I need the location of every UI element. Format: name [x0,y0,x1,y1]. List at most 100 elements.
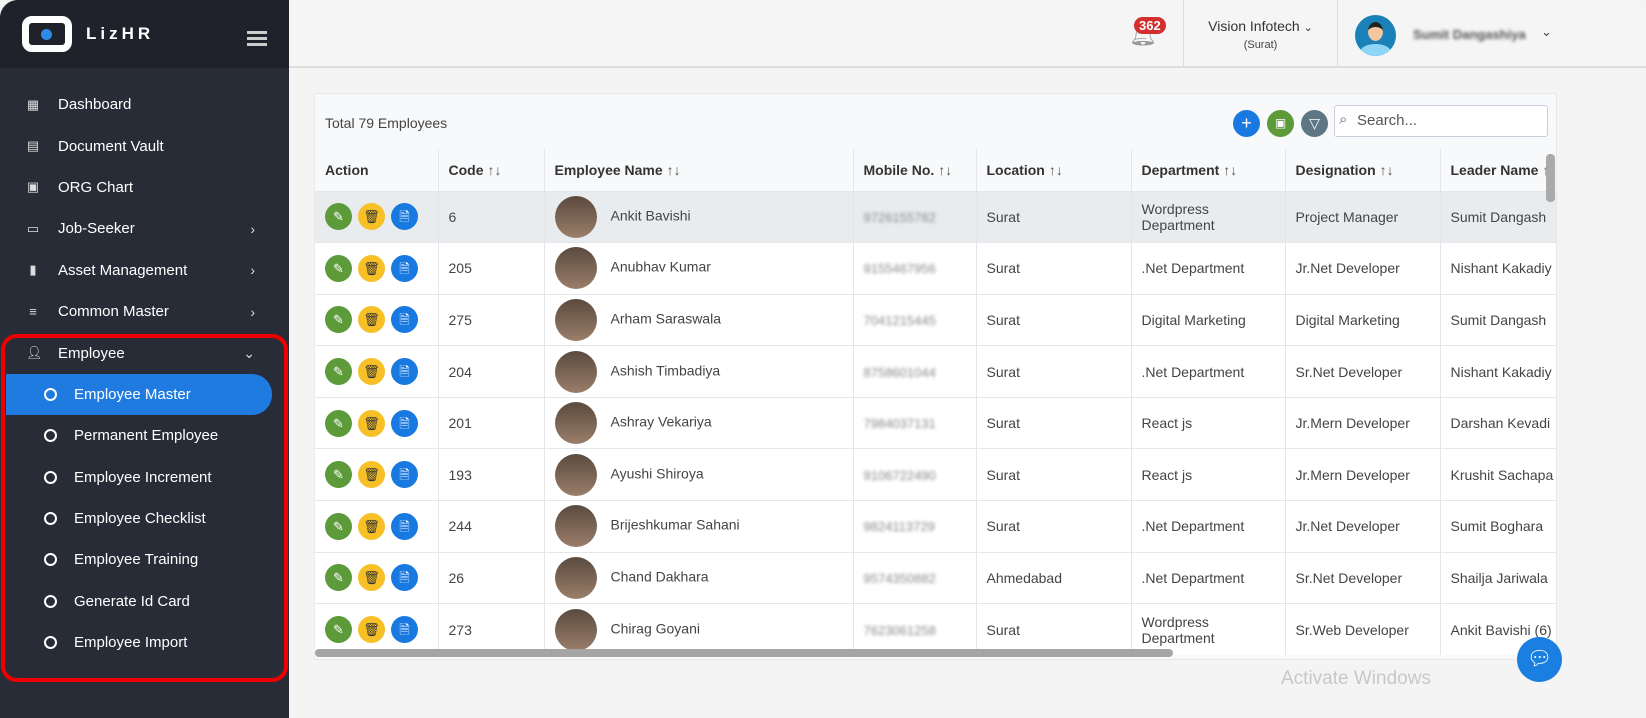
edit-button[interactable]: ✎ [325,564,352,592]
employee-table: Action Code ↑↓ Employee Name ↑↓ Mobile No. ↑↓ L… [315,149,1556,656]
sort-icon[interactable]: ↑↓ [1223,162,1237,178]
filter-button[interactable]: ▽ [1301,110,1328,137]
column-header[interactable]: Department ↑↓ [1131,149,1286,191]
document-button[interactable]: 🗎 [391,306,418,334]
sidebar-item-job-seeker[interactable]: ▭ Job-Seeker › [0,208,289,249]
code-cell: 193 [438,448,545,501]
search-input[interactable]: ⌕ Search... [1334,105,1548,137]
delete-button[interactable]: 🗑︎ [358,616,385,644]
edit-button[interactable]: ✎ [325,409,352,437]
search-placeholder: Search... [1357,112,1418,129]
top-bar: 🔔︎ 362 Vision Infotech ⌄ (Surat) Sumit D… [289,0,1646,68]
horizontal-scrollbar[interactable] [315,649,1173,657]
sidebar-subitem-label: Generate Id Card [74,592,190,610]
sidebar-item-common-master[interactable]: ≡ Common Master › [0,291,289,332]
hamburger-menu-icon[interactable] [247,31,267,49]
total-employees: Total 79 Employees [325,115,448,131]
table-row[interactable]: ✎ 🗑︎ 🗎 201 Ashray Vekariya 7984037131 Sura… [315,396,1556,449]
add-button[interactable]: + [1233,110,1260,137]
column-header[interactable]: Location ↑↓ [976,149,1132,191]
document-button[interactable]: 🗎 [391,564,418,592]
sort-icon[interactable]: ↑↓ [488,162,502,178]
column-label: Employee Name [554,161,663,178]
leader-cell: Sumit Dangash [1440,293,1556,346]
chat-button[interactable]: 💬︎ [1517,637,1562,682]
sidebar-item-dashboard[interactable]: ▦ Dashboard [0,84,289,125]
table-row[interactable]: ✎ 🗑︎ 🗎 205 Anubhav Kumar 9155467956 Surat … [315,242,1556,295]
edit-button[interactable]: ✎ [325,616,352,644]
sort-icon[interactable]: ↑↓ [938,162,952,178]
sidebar-item-asset-management[interactable]: ▮ Asset Management › [0,250,289,291]
sidebar-item-label: ORG Chart [58,178,134,196]
table-row[interactable]: ✎ 🗑︎ 🗎 6 Ankit Bavishi 9726155782 Surat Wo… [315,190,1556,243]
table-row[interactable]: ✎ 🗑︎ 🗎 193 Ayushi Shiroya 9106722490 Surat… [315,448,1556,501]
edit-button[interactable]: ✎ [325,254,352,282]
delete-button[interactable]: 🗑︎ [358,254,385,282]
document-button[interactable]: 🗎 [391,254,418,282]
sort-icon[interactable]: ↑↓ [1049,162,1063,178]
sidebar-item-label: Document Vault [58,137,164,155]
edit-button[interactable]: ✎ [325,461,352,489]
employee-name: Ankit Bavishi [610,207,691,224]
sidebar-item-employee[interactable]: 👤︎ Employee ⌄ [0,332,289,373]
export-excel-button[interactable]: ▣ [1267,110,1294,137]
delete-button[interactable]: 🗑︎ [358,409,385,437]
column-header[interactable]: Leader Name↑↓ [1440,149,1556,191]
edit-button[interactable]: ✎ [325,512,352,540]
table-row[interactable]: ✎ 🗑︎ 🗎 275 Arham Saraswala 7041215445 Sura… [315,293,1556,346]
user-avatar[interactable] [1355,15,1396,56]
table-row[interactable]: ✎ 🗑︎ 🗎 204 Ashish Timbadiya 8758601044 Sur… [315,345,1556,398]
delete-button[interactable]: 🗑︎ [358,203,385,231]
action-cell: ✎ 🗑︎ 🗎 [315,345,439,398]
column-header[interactable]: Employee Name ↑↓ [544,149,854,191]
delete-button[interactable]: 🗑︎ [358,512,385,540]
document-button[interactable]: 🗎 [391,461,418,489]
edit-button[interactable]: ✎ [325,203,352,231]
sidebar-subitem-employee-increment[interactable]: Employee Increment [0,457,289,498]
sort-icon[interactable]: ↑↓ [1380,162,1394,178]
document-button[interactable]: 🗎 [391,409,418,437]
sidebar-subitem-employee-import[interactable]: Employee Import [0,622,289,663]
sidebar-subitem-employee-training[interactable]: Employee Training [0,539,289,580]
table-row[interactable]: ✎ 🗑︎ 🗎 244 Brijeshkumar Sahani 9824113729 … [315,500,1556,553]
table-row[interactable]: ✎ 🗑︎ 🗎 26 Chand Dakhara 9574350882 Ahmedab… [315,551,1556,604]
sidebar-subitem-employee-master[interactable]: Employee Master [6,373,272,416]
delete-button[interactable]: 🗑︎ [358,564,385,592]
employee-name: Arham Saraswala [610,310,722,327]
sidebar-item-document-vault[interactable]: ▤ Document Vault [0,125,289,166]
chevron-down-icon[interactable]: ⌄ [1541,24,1552,40]
sidebar-item-org-chart[interactable]: ▣ ORG Chart [0,167,289,208]
sort-icon[interactable]: ↑↓ [667,162,681,178]
delete-button[interactable]: 🗑︎ [358,306,385,334]
column-header[interactable]: Mobile No. ↑↓ [853,149,977,191]
vertical-scrollbar[interactable] [1546,154,1555,202]
sidebar-subitem-generate-id-card[interactable]: Generate Id Card [0,581,289,622]
document-button[interactable]: 🗎 [391,358,418,386]
document-button[interactable]: 🗎 [391,616,418,644]
designation-cell: Digital Marketing [1285,293,1441,346]
delete-button[interactable]: 🗑︎ [358,461,385,489]
column-header[interactable]: Code ↑↓ [438,149,545,191]
chevron-right-icon: › [250,303,255,320]
sidebar-subitem-employee-checklist[interactable]: Employee Checklist [0,498,289,539]
column-label: Designation [1295,161,1376,178]
column-label: Code [448,161,484,178]
mobile-cell: 7984037131 [853,396,977,449]
sidebar-subitem-permanent-employee[interactable]: Permanent Employee [0,415,289,456]
company-selector[interactable]: Vision Infotech ⌄ (Surat) [1183,0,1338,66]
column-header[interactable]: Designation ↑↓ [1285,149,1441,191]
dashboard-icon: ▦ [26,96,40,112]
user-name[interactable]: Sumit Dangashiya [1413,27,1526,42]
delete-button[interactable]: 🗑︎ [358,358,385,386]
employee-name: Brijeshkumar Sahani [610,517,740,534]
action-cell: ✎ 🗑︎ 🗎 [315,500,439,553]
code-cell: 204 [438,345,545,398]
edit-button[interactable]: ✎ [325,306,352,334]
document-button[interactable]: 🗎 [391,203,418,231]
leader-cell: Krushit Sachapa [1440,448,1556,501]
document-button[interactable]: 🗎 [391,512,418,540]
edit-button[interactable]: ✎ [325,358,352,386]
sidebar-item-label: Asset Management [58,261,188,279]
employee-name: Ayushi Shiroya [610,465,704,482]
table-row[interactable]: ✎ 🗑︎ 🗎 273 Chirag Goyani 7623061258 Surat … [315,603,1556,656]
